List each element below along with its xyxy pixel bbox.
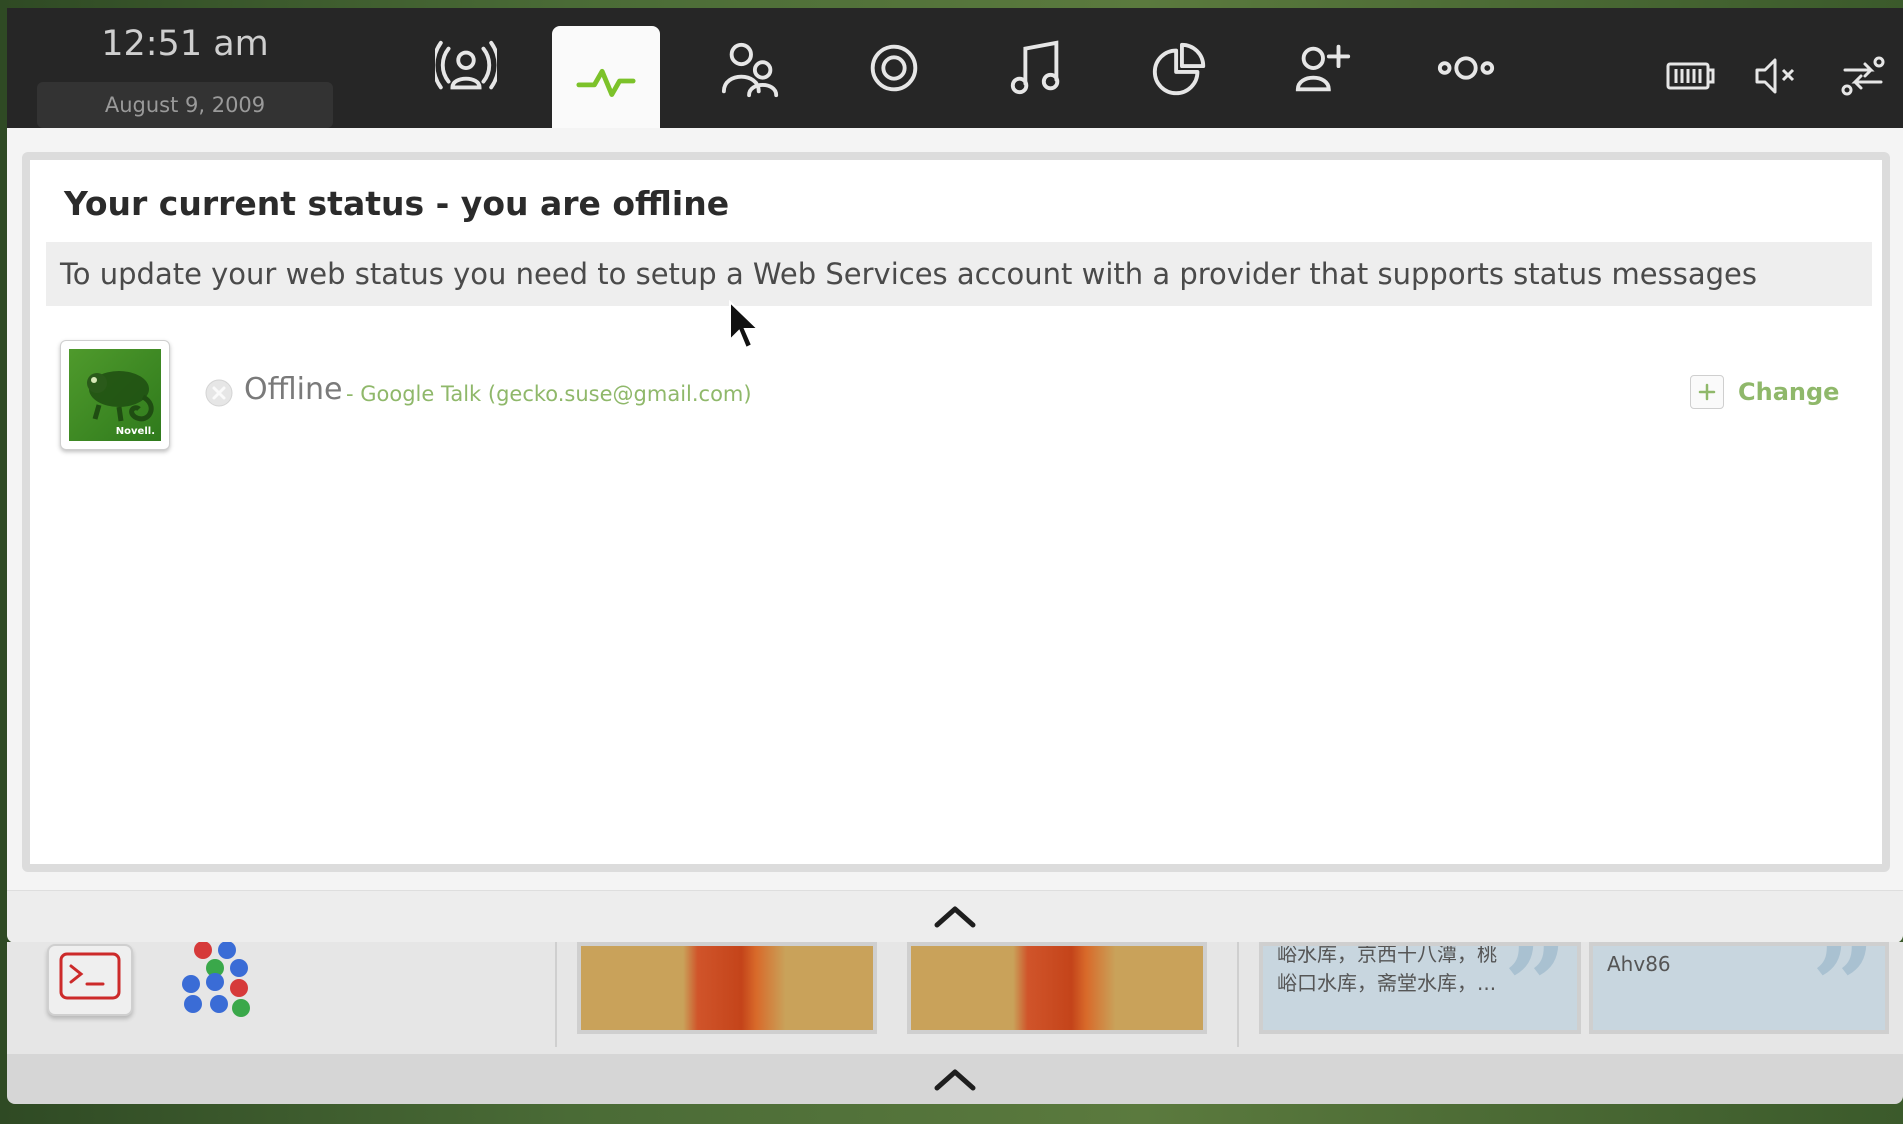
top-panel: 12:51 am August 9, 2009 [7, 8, 1903, 136]
clock-widget[interactable]: 12:51 am August 9, 2009 [37, 16, 342, 128]
plus-icon [1690, 375, 1724, 409]
status-frame: Your current status - you are offline To… [22, 152, 1890, 872]
presence-state[interactable]: Offline [244, 372, 342, 407]
quote-icon: ” [1811, 942, 1875, 1034]
people-icon [721, 42, 779, 98]
avatar[interactable]: Novell. [60, 340, 170, 450]
status-content: Your current status - you are offline To… [30, 160, 1882, 864]
panel-collapse-bar[interactable] [7, 890, 1903, 943]
tab-status-broadcast[interactable] [412, 8, 520, 128]
battery-icon [1666, 62, 1715, 90]
launcher-strip: 峪水库，京西十八潭，桃 峪口水库，斋堂水库，... ” Ahv86 ” [7, 942, 1903, 1054]
music-note-icon [1010, 40, 1060, 95]
add-person-icon [1295, 44, 1351, 92]
network-icon [1841, 56, 1885, 96]
clock-time: 12:51 am [101, 24, 269, 64]
change-label: Change [1738, 378, 1840, 406]
pie-chart-icon [1152, 42, 1206, 96]
tab-pie-chart[interactable] [1126, 8, 1234, 128]
terminal-app[interactable] [47, 944, 133, 1016]
note-card[interactable]: 峪水库，京西十八潭，桃 峪口水库，斋堂水库，... ” [1259, 942, 1581, 1034]
clock-date: August 9, 2009 [37, 82, 333, 128]
apps-grid-icon[interactable] [175, 942, 271, 1022]
status-message: To update your web status you need to se… [46, 242, 1872, 306]
strip-divider [555, 942, 557, 1047]
note-card[interactable]: Ahv86 ” [1589, 942, 1889, 1034]
tab-activity[interactable] [552, 26, 660, 136]
tab-people[interactable] [697, 8, 805, 128]
photo-thumbnail[interactable] [907, 942, 1207, 1034]
tab-add-person[interactable] [1269, 8, 1377, 128]
more-dots-icon [1437, 56, 1495, 80]
offline-icon [205, 379, 233, 407]
battery-indicator[interactable] [1662, 48, 1718, 104]
quote-icon: ” [1503, 942, 1567, 1034]
account-label: - Google Talk (gecko.suse@gmail.com) [346, 382, 752, 406]
status-panel: Your current status - you are offline To… [7, 128, 1903, 943]
avatar-caption: Novell. [115, 426, 155, 437]
strip-collapse-bar[interactable] [7, 1054, 1903, 1104]
change-button[interactable]: Change [1690, 374, 1839, 410]
strip-divider [1237, 942, 1239, 1047]
volume-muted-icon [1755, 58, 1795, 94]
chevron-up-icon [934, 1069, 976, 1091]
terminal-icon [59, 952, 121, 1000]
mouse-cursor-icon [729, 300, 761, 350]
tab-more[interactable] [1412, 8, 1520, 128]
network-indicator[interactable] [1835, 48, 1891, 104]
chevron-up-icon [934, 906, 976, 928]
tab-target[interactable] [840, 8, 948, 128]
broadcast-person-icon [435, 40, 497, 90]
status-title: Your current status - you are offline [64, 184, 730, 223]
activity-pulse-icon [576, 68, 636, 97]
tab-music[interactable] [983, 8, 1091, 128]
photo-thumbnail[interactable] [577, 942, 877, 1034]
avatar-image: Novell. [69, 349, 161, 441]
target-icon [870, 44, 918, 92]
volume-control[interactable] [1749, 48, 1805, 104]
